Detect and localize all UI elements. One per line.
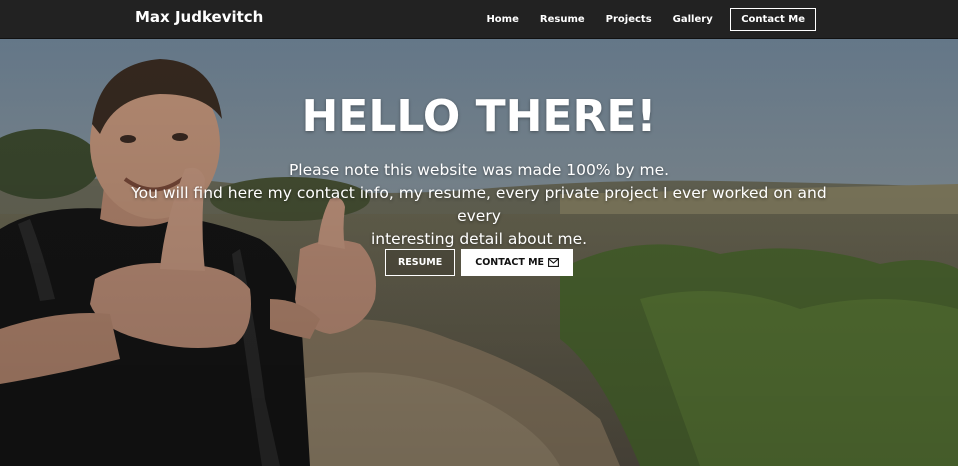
nav-contact-button[interactable]: Contact Me bbox=[730, 8, 816, 31]
hero-section: HELLO THERE! Please note this website wa… bbox=[0, 39, 958, 466]
nav-gallery-link[interactable]: Gallery bbox=[662, 14, 723, 25]
hero-subtitle-line: You will find here my contact info, my r… bbox=[131, 184, 827, 225]
hero-subtitle-line: Please note this website was made 100% b… bbox=[288, 161, 670, 179]
hero-content: HELLO THERE! Please note this website wa… bbox=[0, 39, 958, 466]
envelope-icon bbox=[548, 258, 559, 267]
resume-button[interactable]: RESUME bbox=[384, 249, 456, 276]
hero-subtitle: Please note this website was made 100% b… bbox=[120, 159, 838, 251]
nav-links: Home Resume Projects Gallery Contact Me bbox=[476, 0, 816, 39]
hero-subtitle-line: interesting detail about me. bbox=[370, 230, 588, 248]
contact-me-label: CONTACT ME bbox=[475, 257, 545, 268]
brand-logo[interactable]: Max Judkevitch bbox=[135, 8, 263, 26]
contact-me-button[interactable]: CONTACT ME bbox=[461, 249, 574, 276]
navbar: Max Judkevitch Home Resume Projects Gall… bbox=[0, 0, 958, 39]
nav-resume-link[interactable]: Resume bbox=[529, 14, 595, 25]
nav-projects-link[interactable]: Projects bbox=[595, 14, 662, 25]
hero-title: HELLO THERE! bbox=[301, 91, 657, 142]
hero-buttons: RESUME CONTACT ME bbox=[0, 249, 958, 276]
nav-home-link[interactable]: Home bbox=[476, 14, 529, 25]
